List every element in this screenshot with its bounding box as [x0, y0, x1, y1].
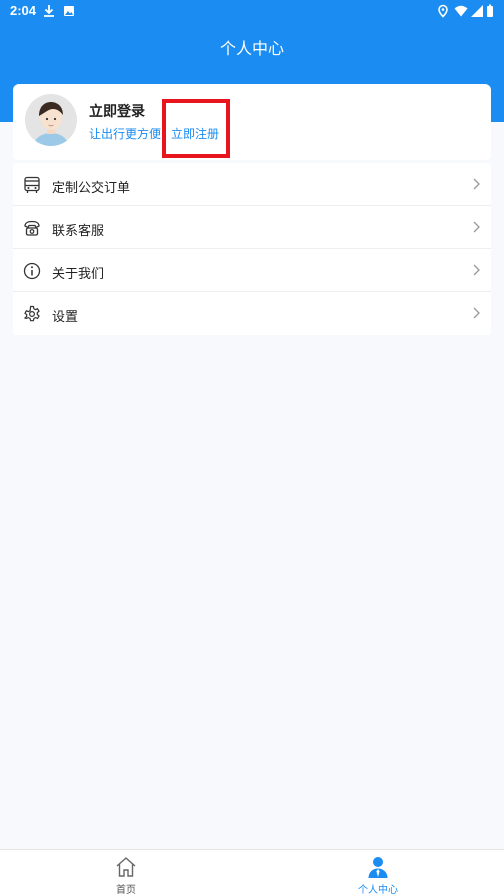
tab-label: 个人中心 — [358, 885, 398, 896]
bus-icon — [24, 176, 40, 193]
chevron-right-icon — [473, 221, 480, 233]
bottom-tab-bar: 首页 个人中心 — [0, 849, 504, 896]
wifi-icon — [454, 5, 468, 17]
download-icon — [44, 5, 54, 17]
location-icon — [438, 4, 448, 18]
menu-item-about-us[interactable]: 关于我们 — [13, 249, 491, 292]
menu-item-label: 定制公交订单 — [52, 181, 131, 196]
user-icon — [368, 857, 388, 878]
battery-icon — [487, 4, 493, 17]
login-title[interactable]: 立即登录 — [89, 101, 145, 121]
phone-icon — [24, 220, 40, 236]
page-title: 个人中心 — [219, 39, 284, 58]
menu-item-label: 关于我们 — [52, 267, 105, 282]
profile-card[interactable]: 立即登录 让出行更方便 立即注册 — [13, 84, 491, 160]
login-subtitle: 让出行更方便 — [89, 127, 162, 141]
menu-item-label: 设置 — [52, 310, 79, 325]
avatar[interactable] — [25, 94, 77, 146]
chevron-right-icon — [473, 264, 480, 276]
menu-item-custom-bus-orders[interactable]: 定制公交订单 — [13, 163, 491, 206]
menu-list: 定制公交订单 联系客服 关于我们 设置 — [13, 163, 491, 335]
menu-item-settings[interactable]: 设置 — [13, 292, 491, 335]
signal-icon — [471, 5, 483, 17]
avatar-illustration — [25, 94, 77, 146]
gear-icon — [23, 305, 40, 322]
info-icon — [23, 262, 41, 280]
tab-home[interactable]: 首页 — [0, 850, 252, 896]
tab-label: 首页 — [116, 885, 136, 896]
image-icon — [64, 6, 74, 16]
highlight-box — [162, 99, 230, 158]
menu-item-label: 联系客服 — [52, 224, 105, 239]
tab-profile[interactable]: 个人中心 — [252, 850, 504, 896]
status-bar: 2:04 — [0, 0, 504, 22]
menu-item-contact-service[interactable]: 联系客服 — [13, 206, 491, 249]
chevron-right-icon — [473, 307, 480, 319]
status-time: 2:04 — [10, 3, 37, 18]
chevron-right-icon — [473, 178, 480, 190]
home-icon — [116, 857, 136, 877]
